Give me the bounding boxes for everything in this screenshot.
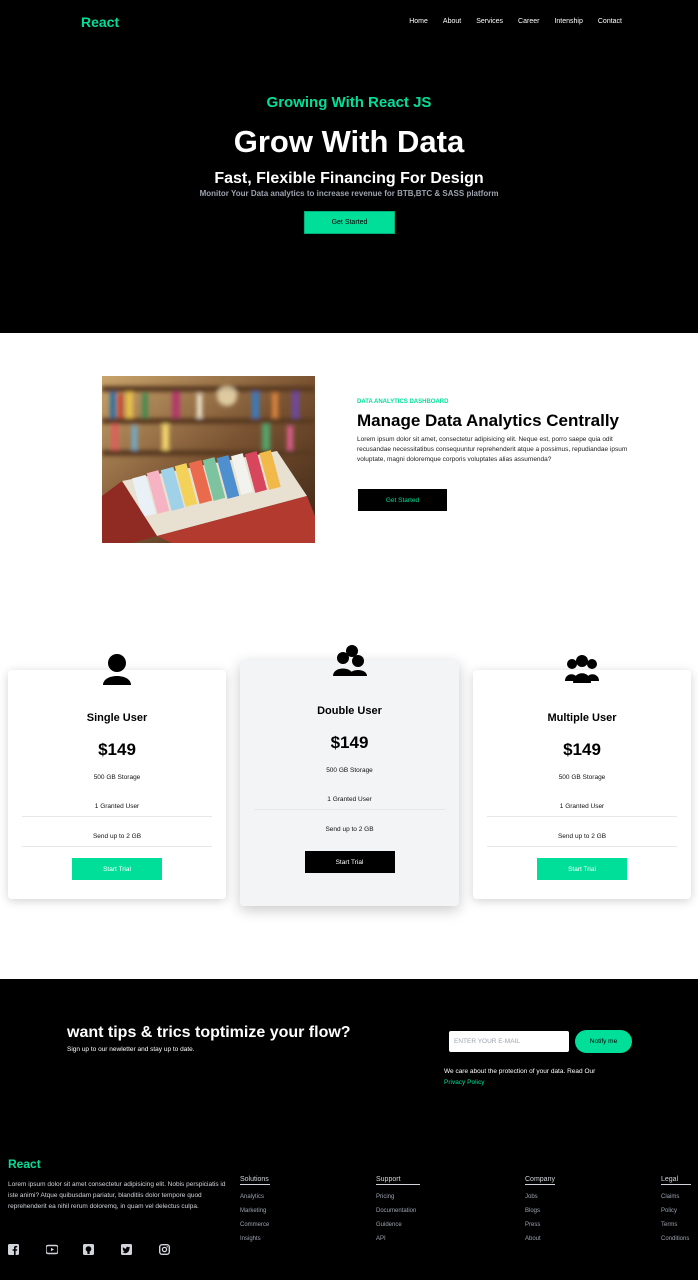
footer-about: Lorem ipsum dolor sit amet consectetur a… — [8, 1181, 226, 1210]
footer-link[interactable]: Documentation — [376, 1208, 420, 1214]
section-title: Manage Data Analytics Centrally — [357, 411, 620, 430]
nav-item-home[interactable]: Home — [409, 18, 428, 25]
divider — [254, 809, 445, 810]
plan-price: $149 — [563, 740, 601, 759]
footer-link[interactable]: Claims — [661, 1194, 691, 1200]
users-icon — [332, 644, 367, 681]
plan-send: Send up to 2 GB — [325, 826, 374, 833]
footer-col-company: Company Jobs Blogs Press About — [525, 1168, 555, 1242]
nav-menu: Home About Services Career Intenship Con… — [394, 18, 622, 25]
footer-col-solutions: Solutions Analytics Marketing Commerce I… — [240, 1168, 270, 1242]
newsletter-subtext: Sign up to our newletter and stay up to … — [67, 1046, 195, 1053]
footer-link[interactable]: Commerce — [240, 1222, 270, 1228]
facebook-icon[interactable] — [8, 1242, 19, 1255]
plan-send: Send up to 2 GB — [92, 833, 142, 840]
privacy-note-text: We care about the protection of your dat… — [444, 1068, 596, 1075]
footer-col-title: Company — [525, 1176, 555, 1185]
plan-users: 1 Granted User — [94, 803, 140, 810]
divider — [22, 846, 212, 847]
plan-users: 1 Granted User — [559, 803, 605, 810]
plan-send: Send up to 2 GB — [557, 833, 607, 840]
plan-price: $149 — [330, 733, 369, 752]
footer-col-title: Legal — [661, 1176, 691, 1185]
section-paragraph: Lorem ipsum dolor sit amet, consectetur … — [357, 436, 628, 463]
start-trial-button[interactable]: Start Trial — [72, 858, 162, 880]
plan-name: Double User — [317, 705, 382, 717]
plan-users: 1 Granted User — [327, 796, 372, 803]
hero-title: Grow With Data — [233, 124, 465, 159]
notify-button[interactable]: Notify me — [575, 1030, 632, 1053]
twitter-icon[interactable] — [121, 1242, 132, 1255]
users-group-icon — [565, 653, 599, 688]
hero-kicker: Growing With React JS — [266, 94, 432, 111]
footer-link[interactable]: Conditions — [661, 1236, 691, 1242]
footer: React Lorem ipsum dolor sit amet consect… — [0, 1129, 698, 1280]
analytics-section: DATA ANALYTICS DASHBOARD Manage Data Ana… — [0, 333, 698, 979]
footer-link[interactable]: Press — [525, 1222, 555, 1228]
nav-item-services[interactable]: Services — [476, 18, 503, 25]
get-started-button[interactable]: Get Started — [304, 211, 395, 234]
plan-name: Single User — [86, 712, 148, 724]
plan-storage: 500 GB Storage — [558, 774, 606, 781]
footer-col-support: Support Pricing Documentation Guidence A… — [376, 1168, 420, 1242]
section-tag: DATA ANALYTICS DASHBOARD — [357, 399, 449, 405]
privacy-note: We care about the protection of your dat… — [444, 1066, 595, 1088]
youtube-icon[interactable] — [45, 1242, 59, 1255]
user-icon — [102, 653, 132, 690]
start-trial-button[interactable]: Start Trial — [304, 851, 395, 873]
nav-item-career[interactable]: Career — [518, 18, 539, 25]
footer-link[interactable]: Marketing — [240, 1208, 270, 1214]
github-icon[interactable] — [83, 1242, 94, 1255]
footer-link[interactable]: Policy — [661, 1208, 691, 1214]
navbar: React Home About Services Career Intensh… — [0, 0, 698, 46]
footer-link[interactable]: API — [376, 1236, 420, 1242]
privacy-policy-link[interactable]: Privacy Policy — [444, 1079, 484, 1086]
hero-description: Monitor Your Data analytics to increase … — [199, 189, 499, 198]
footer-link[interactable]: Pricing — [376, 1194, 420, 1200]
footer-link[interactable]: Blogs — [525, 1208, 555, 1214]
divider — [487, 816, 677, 817]
divider — [487, 846, 677, 847]
plan-name: Multiple User — [547, 712, 617, 724]
hero-section: Growing With React JS Grow With Data Fas… — [0, 46, 698, 333]
nav-item-contact[interactable]: Contact — [598, 18, 622, 25]
footer-col-legal: Legal Claims Policy Terms Conditions — [661, 1168, 691, 1242]
footer-link[interactable]: Terms — [661, 1222, 691, 1228]
plan-price: $149 — [98, 740, 136, 759]
footer-link[interactable]: Guidence — [376, 1222, 420, 1228]
nav-item-internship[interactable]: Intenship — [554, 18, 582, 25]
footer-link[interactable]: Analytics — [240, 1194, 270, 1200]
footer-link[interactable]: About — [525, 1236, 555, 1242]
footer-link[interactable]: Insights — [240, 1236, 270, 1242]
footer-col-title: Support — [376, 1176, 420, 1185]
nav-item-about[interactable]: About — [443, 18, 461, 25]
pricing-card-single: Single User $149 500 GB Storage 1 Grante… — [8, 654, 226, 899]
get-started-dark-button[interactable]: Get Started — [358, 489, 447, 511]
hero-subtitle: Fast, Flexible Financing For Design — [214, 170, 484, 187]
start-trial-button[interactable]: Start Trial — [537, 858, 627, 880]
plan-storage: 500 GB Storage — [326, 767, 373, 774]
brand-logo[interactable]: React — [81, 14, 119, 30]
pricing-card-multiple: Multiple User $149 500 GB Storage 1 Gran… — [473, 655, 691, 899]
email-input[interactable] — [449, 1031, 569, 1052]
footer-col-title: Solutions — [240, 1176, 270, 1185]
bookshelf-image — [102, 376, 315, 543]
plan-storage: 500 GB Storage — [93, 774, 141, 781]
divider — [22, 816, 212, 817]
footer-link[interactable]: Jobs — [525, 1194, 555, 1200]
pricing-card-double: Double User $149 500 GB Storage 1 Grante… — [240, 645, 459, 906]
newsletter-heading: want tips & trics toptimize your flow? — [67, 1024, 351, 1041]
instagram-icon[interactable] — [158, 1242, 171, 1256]
footer-logo[interactable]: React — [8, 1157, 41, 1171]
newsletter-section: want tips & trics toptimize your flow? S… — [0, 979, 698, 1129]
